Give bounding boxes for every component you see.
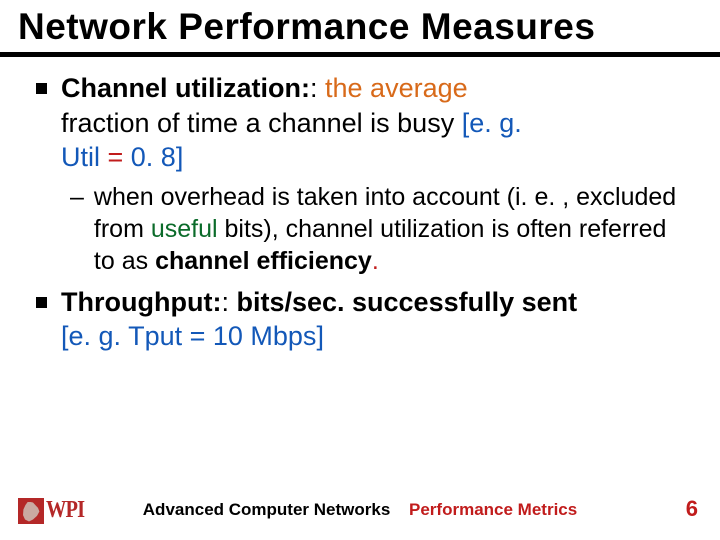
eg-util-b: 0. 8 bbox=[123, 142, 176, 172]
bullet-text: Channel utilization:: the average fracti… bbox=[61, 71, 692, 175]
eg2-value: Tput = 10 Mbps bbox=[121, 321, 316, 351]
footer-center: Advanced Computer Networks Performance M… bbox=[0, 500, 720, 520]
sub-bullet-text: when overhead is taken into account (i. … bbox=[94, 181, 692, 277]
period-red: . bbox=[372, 247, 379, 275]
eg2-close-bracket: ] bbox=[316, 321, 324, 351]
page-number: 6 bbox=[686, 496, 698, 522]
bullet-channel-utilization: Channel utilization:: the average fracti… bbox=[36, 71, 692, 175]
slide: Network Performance Measures Channel uti… bbox=[0, 0, 720, 540]
bullet-marker-icon bbox=[36, 83, 47, 94]
footer-course: Advanced Computer Networks bbox=[143, 500, 391, 519]
bullet-marker-icon bbox=[36, 297, 47, 308]
line-fraction-busy: fraction of time a channel is busy bbox=[61, 108, 462, 138]
slide-title: Network Performance Measures bbox=[18, 6, 702, 48]
eg-util-a: Util bbox=[61, 142, 108, 172]
eg-equals: = bbox=[108, 142, 124, 172]
footer-topic: Performance Metrics bbox=[409, 500, 577, 519]
colon-extra: : bbox=[221, 287, 229, 317]
word-useful: useful bbox=[151, 215, 218, 243]
sub-bullet-efficiency: – when overhead is taken into account (i… bbox=[70, 181, 692, 277]
eg-close-bracket: ] bbox=[176, 142, 184, 172]
eg-prefix: e. g. bbox=[469, 108, 522, 138]
term-channel-efficiency: channel efficiency bbox=[155, 247, 372, 275]
term-throughput: Throughput: bbox=[61, 287, 221, 317]
title-area: Network Performance Measures bbox=[0, 0, 720, 48]
eg2-open-bracket: [ bbox=[61, 321, 69, 351]
term-channel-utilization: Channel utilization: bbox=[61, 73, 310, 103]
bullet-text: Throughput:: bits/sec. successfully sent… bbox=[61, 285, 692, 354]
phrase-the-average: the average bbox=[318, 73, 468, 103]
colon-extra: : bbox=[310, 73, 318, 103]
throughput-definition: bits/sec. successfully sent bbox=[229, 287, 577, 317]
slide-body: Channel utilization:: the average fracti… bbox=[0, 57, 720, 354]
dash-marker-icon: – bbox=[70, 181, 84, 213]
eg2-prefix: e. g. bbox=[69, 321, 122, 351]
bullet-throughput: Throughput:: bits/sec. successfully sent… bbox=[36, 285, 692, 354]
footer: WPI Advanced Computer Networks Performan… bbox=[0, 490, 720, 530]
